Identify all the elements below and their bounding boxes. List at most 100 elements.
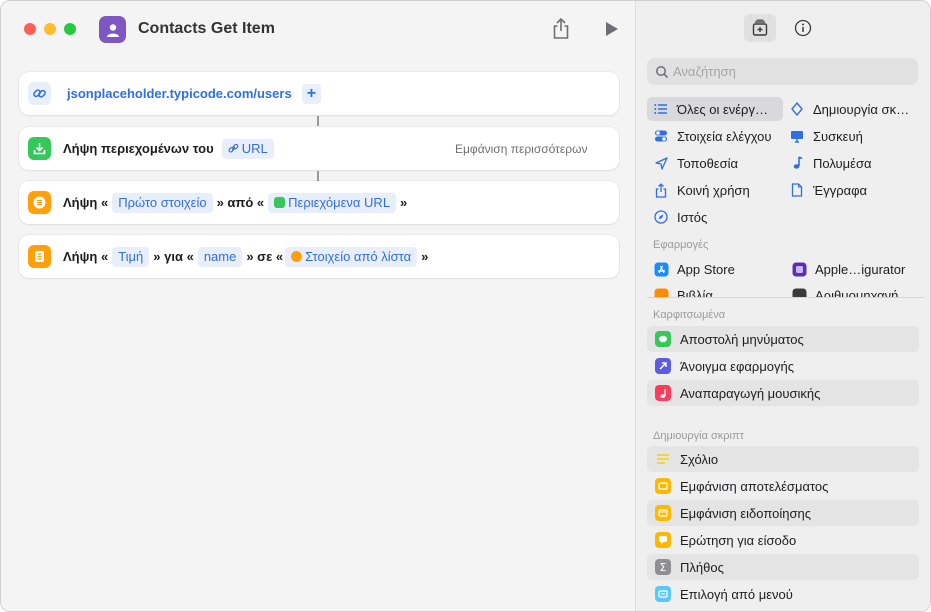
app-store-icon [653,261,669,277]
app-item-calculator[interactable]: Αριθμομηχανή [791,283,898,297]
category-label: Όλες οι ενέργ… [677,101,768,117]
compass-icon [653,209,669,225]
scripting-count[interactable]: Σ Πλήθος [647,554,919,580]
dictionary-icon [28,245,51,268]
calculator-icon [791,287,807,297]
row4-suffix: » [421,249,429,264]
pinned-open-app[interactable]: Άνοιγμα εφαρμογής [647,353,919,379]
ask-input-icon [655,532,671,548]
search-input[interactable] [673,64,893,79]
info-icon[interactable] [794,19,812,37]
action-label: Άνοιγμα εφαρμογής [680,358,795,374]
first-item-token[interactable]: Πρώτο στοιχείο [112,192,213,213]
category-all-actions[interactable]: Όλες οι ενέργ… [647,97,783,121]
scripting-show-result[interactable]: Εμφάνιση αποτελέσματος [647,473,919,499]
search-icon [656,65,669,78]
location-icon [653,155,669,171]
action-library-toggle[interactable] [744,14,776,42]
app-list-clip: Βιβλία Αριθμομηχανή [647,281,924,297]
item-from-list-token[interactable]: Στοιχείο από λίστα [285,246,418,267]
row3-prefix: Λήψη « [63,195,109,210]
category-label: Τοποθεσία [677,155,739,171]
get-contents-action-card[interactable]: Λήψη περιεχομένων του URL Εμφάνιση περισ… [19,127,619,170]
url-contents-token[interactable]: Περιεχόμενα URL [268,192,397,213]
shortcut-title[interactable]: Contacts Get Item [138,20,275,38]
download-icon [28,137,51,160]
sigma-icon: Σ [655,559,671,575]
action-label: Σχόλιο [680,451,719,467]
scripting-section-label: Δημιουργία σκριπτ [653,430,744,442]
title-bar: Contacts Get Item [1,1,635,57]
toggle-icon [653,128,669,144]
pinned-play-music[interactable]: Αναπαραγωγή μουσικής [647,380,919,406]
action-label: Αποστολή μηνύματος [680,331,804,347]
category-label: Έγγραφα [813,182,868,198]
add-url-button[interactable]: + [301,83,322,104]
menu-icon [655,586,671,602]
item-from-list-label: Στοιχείο από λίστα [305,249,412,264]
library-add-icon [752,19,768,36]
close-window-button[interactable] [24,23,36,35]
category-label: Στοιχεία ελέγχου [677,128,772,144]
url-value[interactable]: jsonplaceholder.typicode.com/users [67,86,292,101]
row3-middle: » από « [216,195,265,210]
category-documents[interactable]: Έγγραφα [789,178,867,202]
list-icon [291,251,303,262]
zoom-window-button[interactable] [64,23,76,35]
display-icon [789,128,805,144]
action-label: Ερώτηση για είσοδο [680,532,797,548]
connector-line [317,116,319,126]
app-item-app-store[interactable]: App Store [653,257,735,281]
category-web[interactable]: Ιστός [653,205,707,229]
scripting-show-alert[interactable]: Εμφάνιση ειδοποίησης [647,500,919,526]
category-device[interactable]: Συσκευή [789,124,863,148]
scripting-choose-from-menu[interactable]: Επιλογή από μενού [647,581,919,607]
value-token[interactable]: Τιμή [112,246,150,267]
download-icon [274,197,286,208]
category-media[interactable]: Πολυμέσα [789,151,872,175]
app-label: App Store [677,261,735,277]
shortcut-editor-window: Contacts Get Item jsonplaceholder.typico… [0,0,931,612]
show-more-button[interactable]: Εμφάνιση περισσότερων [455,127,587,170]
action-label: Εμφάνιση αποτελέσματος [680,478,829,494]
get-dictionary-value-card[interactable]: Λήψη « Τιμή » για « name » σε « Στοιχείο… [19,235,619,278]
category-controls[interactable]: Στοιχεία ελέγχου [653,124,772,148]
url-contents-label: Περιεχόμενα URL [288,195,391,210]
link-icon [28,82,51,105]
app-label: Αριθμομηχανή [815,287,899,298]
action-label: Επιλογή από μενού [680,586,793,602]
books-icon [653,287,669,297]
row4-prefix: Λήψη « [63,249,109,264]
music-note-icon [789,155,805,171]
app-label: Βιβλία [677,287,713,298]
pinned-send-message[interactable]: Αποστολή μηνύματος [647,326,919,352]
connector-line [317,171,319,181]
document-icon [789,182,805,198]
app-item-books[interactable]: Βιβλία [653,283,713,297]
category-sharing[interactable]: Κοινή χρήση [653,178,750,202]
minimize-window-button[interactable] [44,23,56,35]
contacts-shortcut-icon[interactable] [99,16,126,43]
row4-mid1: » για « [153,249,194,264]
pinned-section-label: Καρφιτσωμένα [653,309,726,321]
scripting-ask-for-input[interactable]: Ερώτηση για είσοδο [647,527,919,553]
category-label: Ιστός [677,209,708,225]
list-icon [653,101,669,117]
key-token[interactable]: name [197,246,243,267]
share-icon[interactable] [551,17,571,41]
open-arrow-icon [655,358,671,374]
alert-icon [655,505,671,521]
category-scripting[interactable]: Δημιουργία σκ… [789,97,909,121]
row4-mid2: » σε « [246,249,284,264]
scripting-comment[interactable]: Σχόλιο [647,446,919,472]
url-variable-token[interactable]: URL [221,138,274,159]
category-location[interactable]: Τοποθεσία [653,151,738,175]
url-action-card[interactable]: jsonplaceholder.typicode.com/users + [19,72,619,115]
action-search-field[interactable] [647,58,918,85]
sidebar-divider [647,297,924,298]
get-item-from-list-card[interactable]: Λήψη « Πρώτο στοιχείο » από « Περιεχόμεν… [19,181,619,224]
get-contents-label: Λήψη περιεχομένων του [63,141,214,156]
run-play-icon[interactable] [604,20,620,38]
app-item-apple-configurator[interactable]: Apple…igurator [791,257,905,281]
url-token-label: URL [241,141,268,156]
